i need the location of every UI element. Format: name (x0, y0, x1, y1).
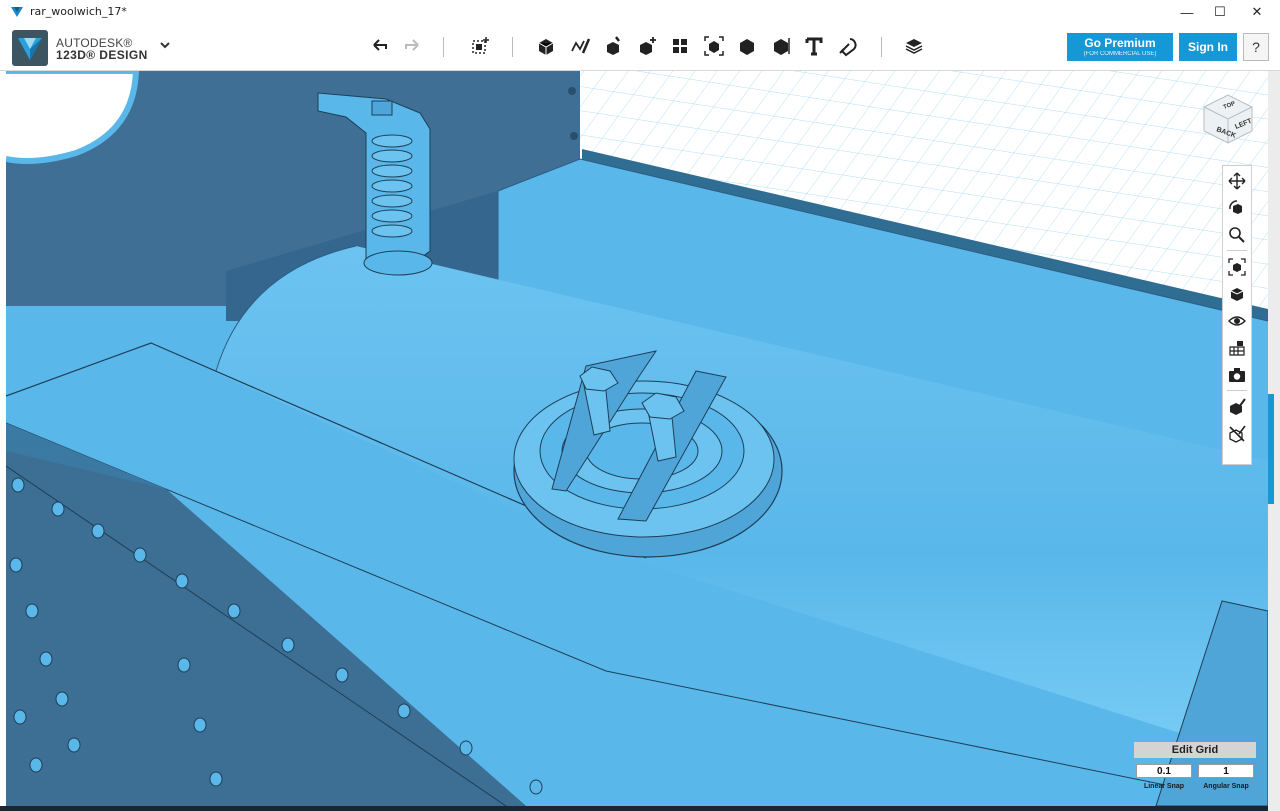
material-button[interactable] (901, 33, 927, 59)
go-premium-label: Go Premium (1084, 36, 1156, 50)
model-scene[interactable] (6, 71, 1268, 806)
undo-button[interactable] (367, 33, 393, 59)
bottom-edge (0, 806, 1268, 811)
fit-button[interactable] (1226, 256, 1248, 278)
help-button[interactable]: ? (1243, 33, 1269, 61)
redo-icon (405, 39, 419, 51)
viewcube[interactable]: BACK LEFT TOP (1196, 85, 1260, 149)
fit-icon (1228, 258, 1246, 276)
zoom-icon (1229, 227, 1245, 243)
chevron-down-icon[interactable] (158, 38, 172, 52)
main-toolbar: AUTODESK® 123D® DESIGN Go Premium (FOR C… (0, 24, 1280, 71)
pan-button[interactable] (1226, 170, 1248, 192)
select-transform-button[interactable] (467, 33, 493, 59)
close-button[interactable]: ✕ (1240, 0, 1274, 24)
material-icon (905, 39, 923, 54)
construct-button[interactable] (600, 33, 626, 59)
sign-in-button[interactable]: Sign In (1179, 33, 1237, 61)
text-icon (805, 37, 823, 56)
pattern-icon (673, 39, 687, 53)
side-panel-handle[interactable] (1268, 394, 1274, 504)
combine-button[interactable] (734, 33, 760, 59)
camera-button[interactable] (1226, 364, 1248, 386)
orbit-button[interactable] (1226, 197, 1248, 219)
snapshot-edit-icon (1230, 398, 1246, 415)
angular-snap-label: Angular Snap (1203, 783, 1249, 790)
visibility-button[interactable] (1226, 310, 1248, 332)
snapshot-edit-button[interactable] (1226, 396, 1248, 418)
grid-material-button[interactable] (1226, 337, 1248, 359)
visibility-icon (1228, 316, 1246, 326)
snap-icon (839, 38, 857, 57)
window-title: rar_woolwich_17* (30, 5, 127, 18)
text-button[interactable] (801, 33, 827, 59)
toolbar-divider (443, 37, 444, 57)
minimize-button[interactable]: — (1170, 0, 1204, 24)
primitives-icon (538, 39, 554, 55)
brand-product: 123D® DESIGN (56, 48, 148, 62)
edit-grid-button[interactable]: Edit Grid (1134, 742, 1256, 758)
group-icon (704, 36, 724, 56)
redo-button[interactable] (399, 33, 425, 59)
nav-divider (1227, 250, 1247, 251)
modify-icon (640, 37, 656, 55)
modify-button[interactable] (634, 33, 660, 59)
3d-viewport[interactable]: BACK LEFT TOP Edit Grid 0.1 1 Linear Sna… (6, 71, 1268, 806)
orbit-icon (1229, 200, 1242, 214)
primitives-button[interactable] (533, 33, 559, 59)
view-mode-icon (1230, 288, 1244, 301)
snapshot-clear-button[interactable] (1226, 423, 1248, 445)
navigation-panel (1222, 165, 1252, 465)
toolbar-divider (512, 37, 513, 57)
snapshot-clear-icon (1229, 425, 1246, 443)
app-logo-icon (11, 7, 23, 17)
go-premium-sublabel: (FOR COMMERCIAL USE) (1083, 51, 1157, 57)
select-transform-icon (472, 37, 489, 54)
sketch-icon (571, 38, 591, 54)
123d-logo-icon (12, 30, 48, 66)
combine-icon (740, 39, 754, 55)
grid-material-icon (1229, 341, 1245, 356)
app-window: rar_woolwich_17* — ☐ ✕ AUTODESK® 123D® D… (0, 0, 1280, 811)
go-premium-button[interactable]: Go Premium (FOR COMMERCIAL USE) (1067, 33, 1173, 61)
linear-snap-input[interactable]: 0.1 (1136, 764, 1192, 778)
nav-divider (1227, 390, 1247, 391)
construct-icon (607, 36, 620, 55)
angular-snap-input[interactable]: 1 (1198, 764, 1254, 778)
group-button[interactable] (701, 33, 727, 59)
title-bar: rar_woolwich_17* — ☐ ✕ (0, 0, 1280, 25)
view-mode-button[interactable] (1226, 283, 1248, 305)
zoom-button[interactable] (1226, 224, 1248, 246)
sketch-button[interactable] (567, 33, 593, 59)
toolbar-divider (881, 37, 882, 57)
camera-icon (1229, 368, 1245, 382)
linear-snap-label: Linear Snap (1143, 783, 1185, 790)
undo-icon (373, 39, 387, 51)
pattern-button[interactable] (667, 33, 693, 59)
measure-button[interactable] (768, 33, 794, 59)
measure-icon (774, 38, 790, 55)
pan-icon (1228, 172, 1246, 190)
grid-panel: Edit Grid 0.1 1 Linear Snap Angular Snap (1134, 742, 1256, 798)
maximize-button[interactable]: ☐ (1203, 0, 1237, 24)
snap-button[interactable] (834, 33, 860, 59)
